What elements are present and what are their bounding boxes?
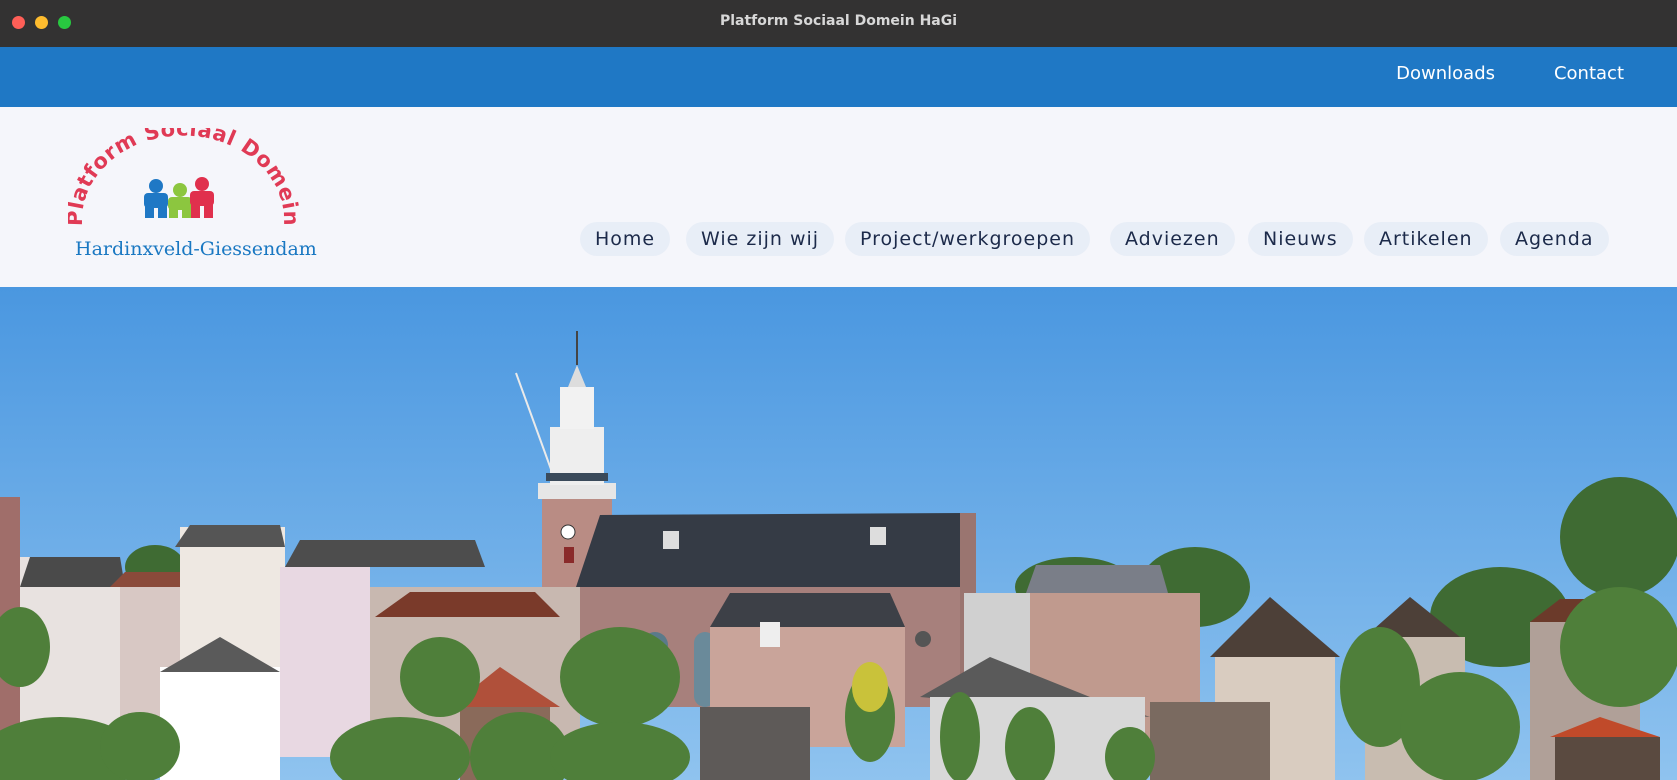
hero-banner-image bbox=[0, 287, 1677, 780]
nav-item-agenda[interactable]: Agenda bbox=[1500, 222, 1609, 256]
window-titlebar: Platform Sociaal Domein HaGi bbox=[0, 0, 1677, 47]
logo-subtitle: Hardinxveld-Giessendam bbox=[75, 238, 317, 260]
town-skyline-photo bbox=[0, 287, 1677, 780]
top-utility-bar: Downloads Contact bbox=[0, 47, 1677, 107]
nav-item-adviezen[interactable]: Adviezen bbox=[1110, 222, 1235, 256]
nav-item-project-werkgroepen[interactable]: Project/werkgroepen bbox=[845, 222, 1091, 256]
nav-item-nieuws[interactable]: Nieuws bbox=[1248, 222, 1353, 256]
main-navigation: Home Wie zijn wij Project/werkgroepen Ad… bbox=[580, 222, 1609, 256]
nav-item-home[interactable]: Home bbox=[580, 222, 671, 256]
contact-link[interactable]: Contact bbox=[1554, 63, 1624, 84]
puzzle-people-icon bbox=[144, 177, 214, 218]
nav-item-wie-zijn-wij[interactable]: Wie zijn wij bbox=[686, 222, 835, 256]
window-title: Platform Sociaal Domein HaGi bbox=[719, 13, 958, 29]
downloads-link[interactable]: Downloads bbox=[1396, 63, 1495, 84]
nav-item-artikelen[interactable]: Artikelen bbox=[1364, 222, 1488, 256]
